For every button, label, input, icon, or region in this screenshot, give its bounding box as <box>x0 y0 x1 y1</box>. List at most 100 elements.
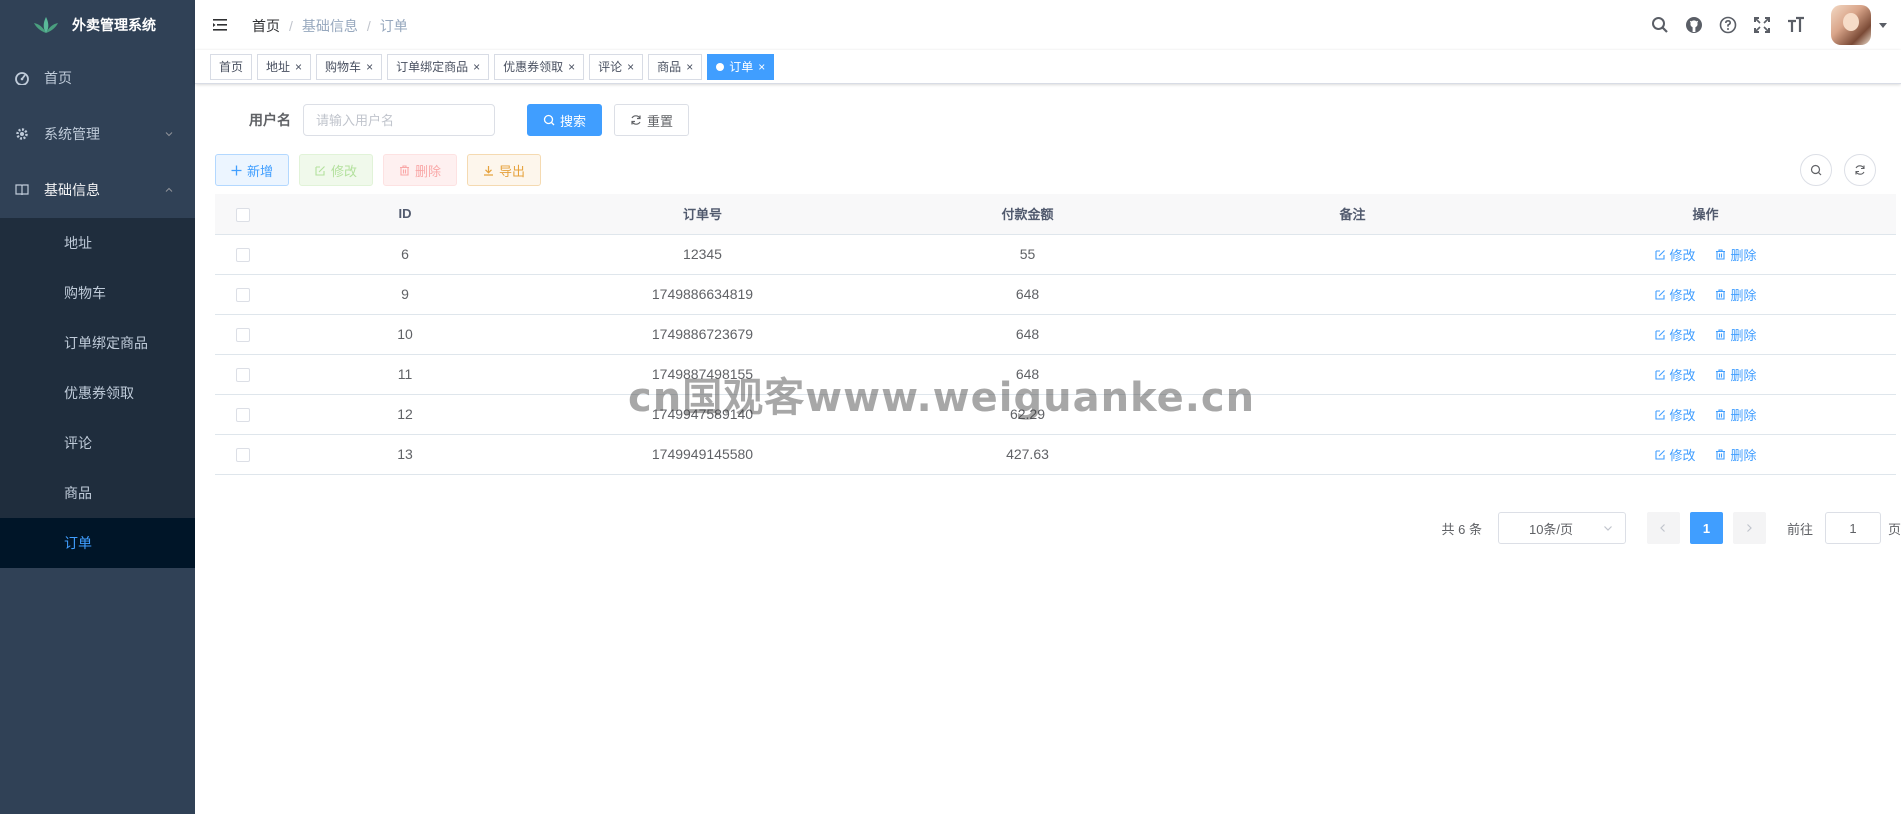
caret-down-icon <box>1879 22 1887 28</box>
row-edit-button[interactable]: 修改 <box>1654 365 1696 384</box>
row-delete-button[interactable]: 删除 <box>1715 245 1756 264</box>
row-edit-label: 修改 <box>1669 247 1696 263</box>
add-button[interactable]: 新增 <box>215 154 290 186</box>
row-checkbox[interactable] <box>235 248 250 263</box>
row-delete-button[interactable]: 删除 <box>1715 445 1756 464</box>
row-edit-button[interactable]: 修改 <box>1654 325 1696 344</box>
cell-id: 6 <box>270 234 540 275</box>
tag-order[interactable]: 订单 × <box>707 53 775 80</box>
help-icon[interactable] <box>1711 0 1745 50</box>
edit-button[interactable]: 修改 <box>299 154 374 186</box>
row-delete-label: 删除 <box>1730 247 1757 263</box>
column-header-remark: 备注 <box>1190 194 1515 235</box>
breadcrumb-home[interactable]: 首页 <box>252 16 280 36</box>
delete-icon <box>1716 448 1726 460</box>
main-content: 用户名 搜索 重置 新增 修改 删除 导出 <box>195 84 1901 814</box>
font-size-icon[interactable] <box>1779 0 1813 50</box>
sidebar-item-system[interactable]: 系统管理 <box>0 106 195 162</box>
tag-comment[interactable]: 评论 × <box>589 53 644 80</box>
table-row: 12 1749947589140 62.29 修改 删除 <box>215 394 1896 435</box>
row-checkbox[interactable] <box>235 368 250 383</box>
table-row: 9 1749886634819 648 修改 删除 <box>215 274 1896 315</box>
sidebar-item-order-goods[interactable]: 订单绑定商品 <box>0 318 195 368</box>
tag-label: 地址 <box>266 59 291 74</box>
sidebar-item-order[interactable]: 订单 <box>0 518 195 568</box>
row-select-cell <box>215 394 270 435</box>
toggle-search-button[interactable] <box>1800 154 1832 186</box>
tag-home[interactable]: 首页 <box>210 53 253 80</box>
cell-amount: 648 <box>865 354 1190 395</box>
sidebar-item-comment[interactable]: 评论 <box>0 418 195 468</box>
close-icon[interactable]: × <box>473 55 480 79</box>
prev-page-button[interactable] <box>1646 512 1680 544</box>
goto-suffix: 页 <box>1887 521 1901 537</box>
close-icon[interactable]: × <box>758 55 765 79</box>
sidebar-item-coupon[interactable]: 优惠券领取 <box>0 368 195 418</box>
row-edit-button[interactable]: 修改 <box>1654 285 1696 304</box>
close-icon[interactable]: × <box>686 55 693 79</box>
github-icon[interactable] <box>1677 0 1711 50</box>
cell-remark <box>1190 274 1515 315</box>
table-row: 10 1749886723679 648 修改 删除 <box>215 314 1896 355</box>
search-icon <box>543 114 555 126</box>
sidebar-item-goods[interactable]: 商品 <box>0 468 195 518</box>
page-jumper: 前往 页 <box>1787 512 1901 544</box>
breadcrumb-separator: / <box>289 18 293 34</box>
username-input[interactable] <box>303 104 495 136</box>
table-toolbar: 新增 修改 删除 导出 <box>215 154 1881 186</box>
refresh-button[interactable] <box>1844 154 1876 186</box>
cell-actions: 修改 删除 <box>1515 234 1896 275</box>
search-icon[interactable] <box>1643 0 1677 50</box>
chevron-down-icon <box>1604 526 1612 531</box>
dashboard-icon <box>14 70 30 86</box>
search-button[interactable]: 搜索 <box>527 104 603 136</box>
tag-label: 首页 <box>219 59 244 74</box>
close-icon[interactable]: × <box>295 55 302 79</box>
sidebar-item-label: 首页 <box>44 70 72 86</box>
fullscreen-icon[interactable] <box>1745 0 1779 50</box>
sidebar-item-address[interactable]: 地址 <box>0 218 195 268</box>
row-delete-button[interactable]: 删除 <box>1715 325 1756 344</box>
row-edit-button[interactable]: 修改 <box>1654 445 1696 464</box>
page-size-select[interactable]: 10条/页 <box>1497 512 1626 544</box>
edit-icon <box>1654 289 1665 300</box>
edit-icon <box>1654 449 1665 460</box>
row-checkbox[interactable] <box>235 288 250 303</box>
row-checkbox[interactable] <box>235 448 250 463</box>
reset-button[interactable]: 重置 <box>614 104 690 136</box>
close-icon[interactable]: × <box>366 55 373 79</box>
sidebar-item-cart[interactable]: 购物车 <box>0 268 195 318</box>
cell-order-no: 1749886634819 <box>540 274 865 315</box>
export-button-label: 导出 <box>499 163 526 179</box>
close-icon[interactable]: × <box>627 55 634 79</box>
tag-order-goods[interactable]: 订单绑定商品 × <box>387 53 490 80</box>
select-all-checkbox[interactable] <box>235 207 250 222</box>
goto-page-input[interactable] <box>1824 512 1881 544</box>
page-number-button[interactable]: 1 <box>1689 512 1723 544</box>
edit-icon <box>1654 369 1665 380</box>
row-checkbox[interactable] <box>235 408 250 423</box>
row-delete-button[interactable]: 删除 <box>1715 285 1756 304</box>
close-icon[interactable]: × <box>568 55 575 79</box>
tag-goods[interactable]: 商品 × <box>648 53 703 80</box>
tag-cart[interactable]: 购物车 × <box>316 53 383 80</box>
sidebar-item-basic-info[interactable]: 基础信息 <box>0 162 195 218</box>
logo[interactable]: 外卖管理系统 <box>0 0 195 50</box>
export-button[interactable]: 导出 <box>467 154 542 186</box>
sidebar-item-home[interactable]: 首页 <box>0 50 195 106</box>
user-avatar-dropdown[interactable] <box>1831 5 1887 45</box>
row-delete-button[interactable]: 删除 <box>1715 405 1756 424</box>
hamburger-icon[interactable] <box>211 15 231 35</box>
row-checkbox[interactable] <box>235 328 250 343</box>
row-select-cell <box>215 274 270 315</box>
cell-order-no: 1749887498155 <box>540 354 865 395</box>
row-edit-button[interactable]: 修改 <box>1654 245 1696 264</box>
tag-address[interactable]: 地址 × <box>257 53 312 80</box>
row-delete-button[interactable]: 删除 <box>1715 365 1756 384</box>
delete-button[interactable]: 删除 <box>383 154 458 186</box>
row-edit-button[interactable]: 修改 <box>1654 405 1696 424</box>
goto-label: 前往 <box>1786 521 1813 537</box>
next-page-button[interactable] <box>1732 512 1766 544</box>
order-table: ID 订单号 付款金额 备注 操作 6 12345 55 修改 删除 9 174… <box>215 194 1896 475</box>
tag-coupon[interactable]: 优惠券领取 × <box>494 53 585 80</box>
